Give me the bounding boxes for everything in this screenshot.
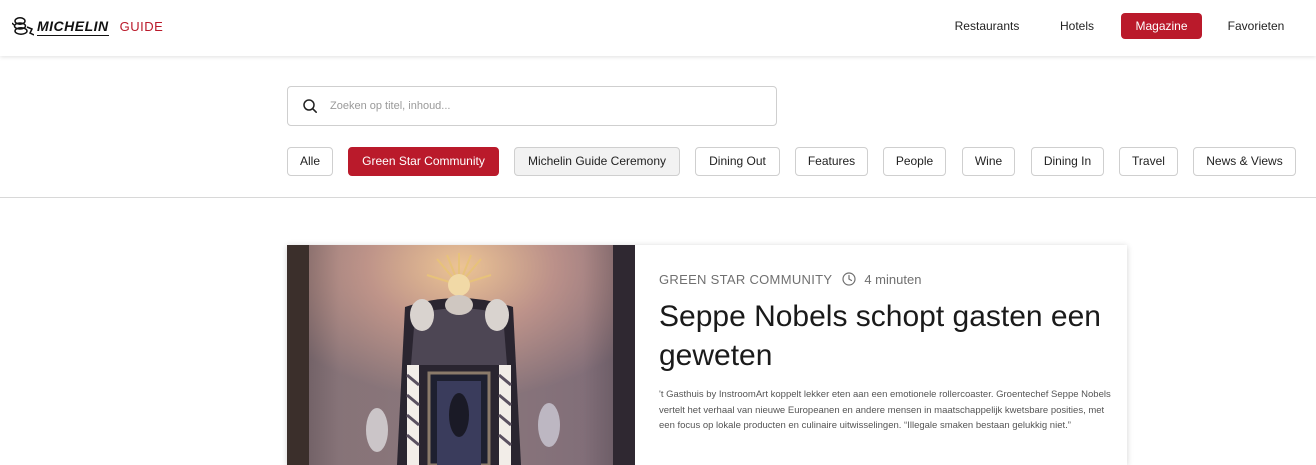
site-header: MICHELIN GUIDE Restaurants Hotels Magazi…: [0, 0, 1316, 56]
clock-icon: [842, 272, 856, 286]
filter-features[interactable]: Features: [795, 147, 868, 176]
filter-dining-in[interactable]: Dining In: [1031, 147, 1104, 176]
search-input[interactable]: [330, 95, 760, 117]
article-read-time: 4 minuten: [864, 271, 922, 287]
search-box: [287, 86, 777, 126]
article-title[interactable]: Seppe Nobels schopt gasten een geweten: [659, 297, 1119, 375]
nav-magazine[interactable]: Magazine: [1121, 13, 1202, 39]
article-excerpt: 't Gasthuis by InstroomArt koppelt lekke…: [659, 389, 1111, 431]
search-icon[interactable]: [302, 98, 318, 114]
filter-alle[interactable]: Alle: [287, 147, 333, 176]
filter-wine[interactable]: Wine: [962, 147, 1015, 176]
filter-people[interactable]: People: [883, 147, 946, 176]
section-divider: [0, 197, 1316, 198]
nav-favorieten[interactable]: Favorieten: [1218, 13, 1294, 39]
article-category[interactable]: GREEN STAR COMMUNITY: [659, 272, 832, 287]
michelin-bibendum-icon: [12, 17, 34, 36]
filter-travel[interactable]: Travel: [1119, 147, 1178, 176]
michelin-guide-logo[interactable]: MICHELIN GUIDE: [12, 13, 163, 39]
article-meta: GREEN STAR COMMUNITY 4 minuten: [659, 270, 921, 288]
filter-michelin-guide-ceremony[interactable]: Michelin Guide Ceremony: [514, 147, 680, 176]
altar-photo: [287, 245, 635, 465]
michelin-wordmark: MICHELIN: [37, 18, 109, 36]
guide-label: GUIDE: [119, 18, 164, 34]
article-card[interactable]: GREEN STAR COMMUNITY 4 minuten Seppe Nob…: [287, 245, 1127, 465]
article-image[interactable]: [287, 245, 635, 465]
filter-green-star-community[interactable]: Green Star Community: [348, 147, 499, 176]
filter-dining-out[interactable]: Dining Out: [695, 147, 780, 176]
filter-news-views[interactable]: News & Views: [1193, 147, 1296, 176]
nav-restaurants[interactable]: Restaurants: [944, 13, 1030, 39]
nav-hotels[interactable]: Hotels: [1046, 13, 1108, 39]
